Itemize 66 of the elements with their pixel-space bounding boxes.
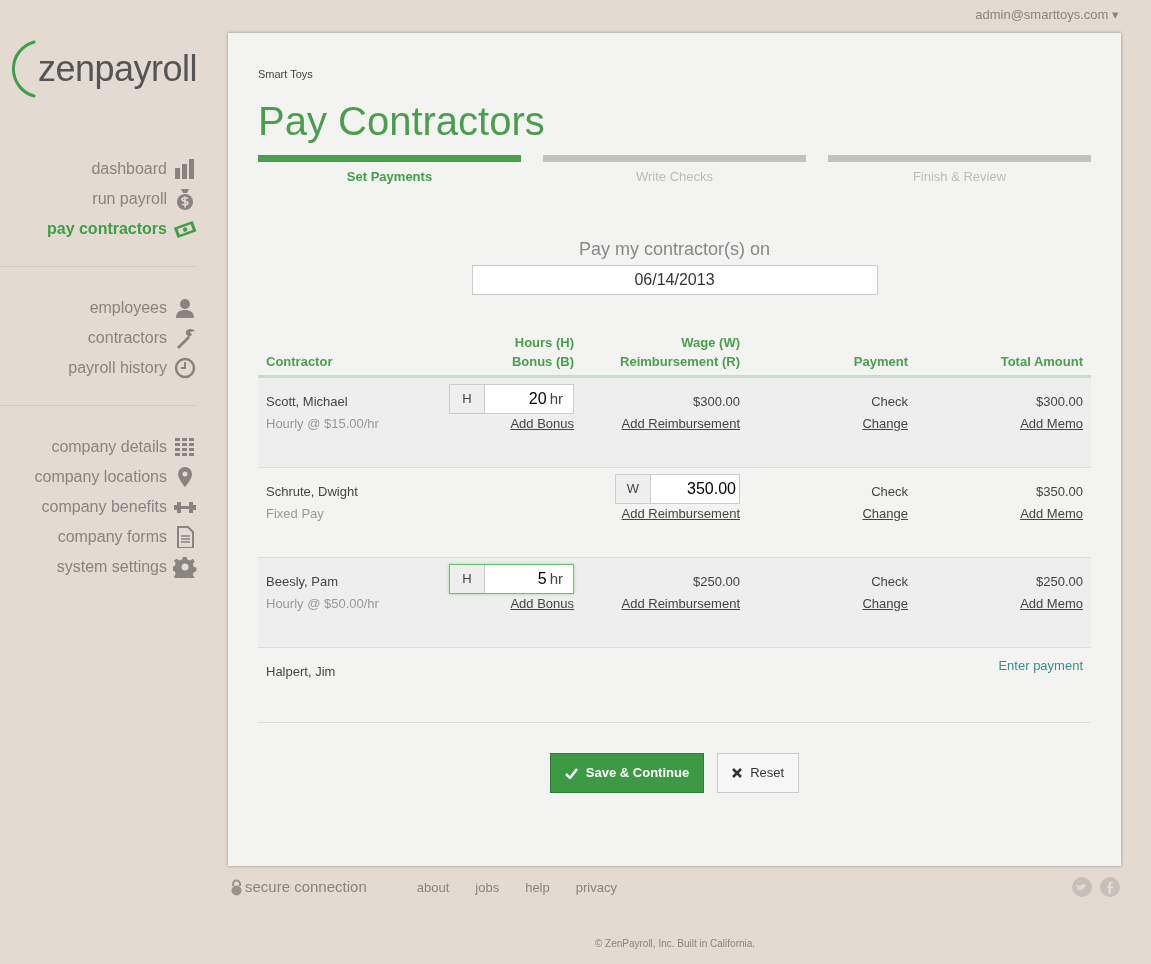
field-prefix-label: H [450, 385, 485, 413]
logo-ring-icon [11, 39, 36, 99]
column-header: Payment [853, 354, 908, 369]
field-prefix-label: H [450, 565, 485, 593]
letter-f-icon[interactable] [1100, 877, 1120, 898]
contractor-name: Beesly, Pam [266, 573, 339, 591]
add-memo-link[interactable]: Add Memo [1020, 504, 1083, 524]
page-title: Pay Contractors [258, 97, 546, 145]
add-bonus-link[interactable]: Add Bonus [510, 414, 574, 434]
pay-rate-text: Fixed Pay [266, 505, 325, 523]
add-memo-link[interactable]: Add Memo [1020, 594, 1083, 614]
enter-payment-link[interactable]: Enter payment [998, 656, 1083, 676]
add-reimbursement-link[interactable]: Add Reimbursement [621, 594, 740, 614]
step-label: Write Checks [634, 167, 715, 186]
add-reimbursement-link[interactable]: Add Reimbursement [621, 504, 740, 524]
unit-label: hr [549, 388, 564, 409]
clock-icon [173, 357, 197, 379]
column-header: Contractor [266, 354, 333, 369]
hours-field[interactable]: H 5 hr [449, 564, 574, 594]
column-header: Wage (W) Reimbursement (R) [620, 335, 740, 369]
total-amount: $300.00 [1036, 393, 1083, 411]
wage-field[interactable]: W 350.00 [615, 474, 740, 504]
checkmark-icon [564, 767, 578, 779]
step-label: Finish & Review [911, 167, 1008, 186]
wage-input[interactable]: 350.00 [651, 475, 739, 503]
contractor-name: Halpert, Jim [266, 663, 337, 681]
change-link[interactable]: Change [862, 414, 908, 434]
pay-rate-text: Hourly @ $15.00/hr [266, 415, 380, 433]
date-field[interactable]: 06/14/2013 [471, 265, 878, 295]
unit-label: hr [549, 568, 564, 589]
change-link[interactable]: Change [862, 504, 908, 524]
wage-amount: $300.00 [693, 393, 740, 411]
field-prefix-label: W [616, 475, 651, 503]
contractor-name: Scott, Michael [266, 393, 349, 411]
contractor-name: Schrute, Dwight [266, 483, 359, 501]
reset-button[interactable]: Reset [717, 753, 800, 793]
breadcrumb-text: Smart Toys [258, 67, 314, 82]
lock-icon [230, 878, 243, 896]
close-icon [732, 768, 743, 778]
payment-method: Check [871, 393, 908, 411]
hours-input[interactable]: 5 [485, 565, 550, 593]
add-bonus-link[interactable]: Add Bonus [510, 594, 574, 614]
logo-text: zenpayroll [37, 47, 197, 91]
person-icon [173, 297, 197, 319]
hours-field[interactable]: H 20 hr [449, 384, 574, 414]
change-link[interactable]: Change [862, 594, 908, 614]
bird-icon[interactable] [1072, 877, 1092, 898]
total-amount: $350.00 [1036, 483, 1083, 501]
hours-input[interactable]: 20 [485, 385, 550, 413]
wage-amount: $250.00 [693, 573, 740, 591]
copyright-text: © ZenPayroll, Inc. Built in California. [593, 936, 757, 951]
payment-method: Check [871, 573, 908, 591]
secure-connection-text: secure connection [245, 877, 367, 897]
step-label: Set Payments [345, 167, 434, 186]
settings-icon [173, 556, 197, 578]
save-continue-button[interactable]: Save & Continue [549, 753, 705, 793]
add-memo-link[interactable]: Add Memo [1020, 414, 1083, 434]
grid-icon [173, 436, 197, 458]
add-reimbursement-link[interactable]: Add Reimbursement [621, 414, 740, 434]
payment-method: Check [871, 483, 908, 501]
total-amount: $250.00 [1036, 573, 1083, 591]
bar-chart-icon [173, 158, 197, 180]
column-header: Hours (H) Bonus (B) [511, 335, 574, 369]
pay-rate-text: Hourly @ $50.00/hr [266, 595, 380, 613]
column-header: Total Amount [1000, 354, 1083, 369]
date-label: Pay my contractor(s) on [577, 238, 772, 261]
